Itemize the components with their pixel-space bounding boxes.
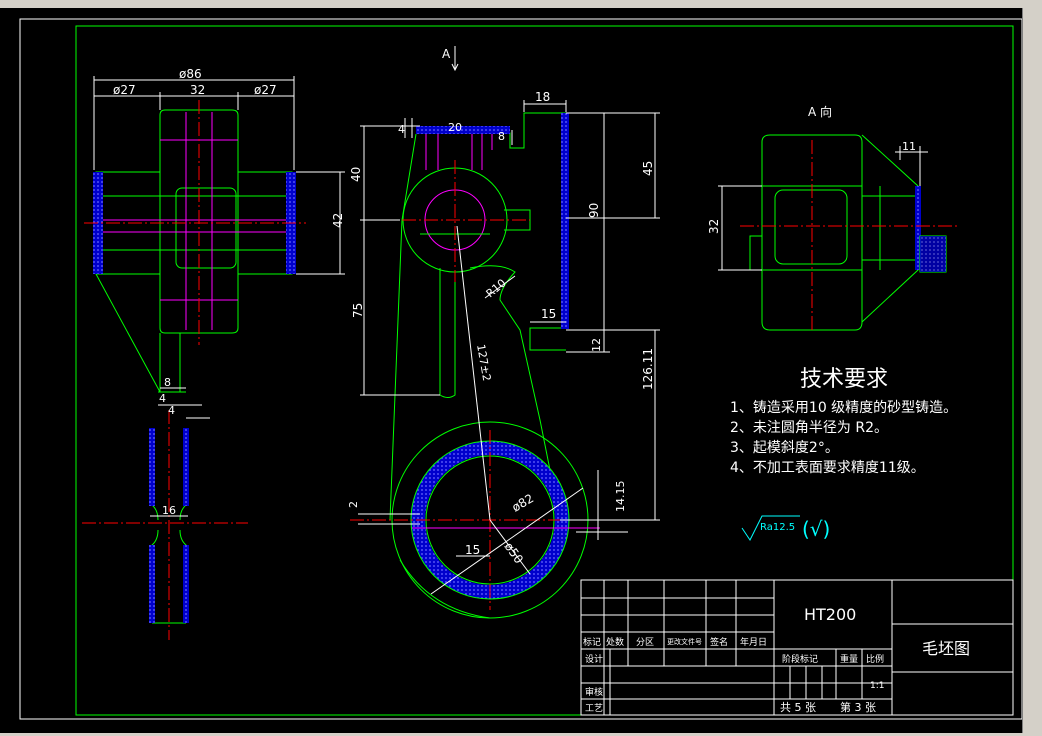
left-hidden-lines [100,112,290,330]
tech-item-1: 1、铸造采用10 级精度的砂型铸造。 [730,400,957,416]
drawing-name: 毛坯图 [922,639,970,658]
dim-d126: 126.11 [641,348,655,390]
dim-d11: 11 [902,140,916,153]
tb-design: 设计 [585,653,603,665]
dim-d4a: 4 [159,392,166,405]
tb-process: 工艺 [585,703,603,714]
dim-d40: 40 [349,167,363,182]
center-lines-main [350,160,620,610]
left-dimensions [93,76,345,517]
tech-item-2: 2、未注圆角半径为 R2。 [730,420,888,436]
tb-label-sign: 签名 [710,636,728,648]
dim-d27b: ø27 [254,83,277,97]
dim-d82: ø82 [510,491,537,514]
tb-label-mark: 标记 [583,636,601,648]
dim-d12: 12 [590,338,603,352]
right-view [740,134,960,331]
view-label-a: A 向 [808,104,832,119]
dim-d32b: 32 [707,219,721,234]
tb-stage: 阶段标记 [782,653,818,665]
tb-scale-label: 比例 [866,653,884,665]
dim-d8top: 8 [498,130,505,143]
dim-d86: ø86 [179,67,202,81]
tb-sheets-total: 共 5 张 [780,701,816,714]
tb-label-count: 处数 [606,636,624,648]
dim-d42: 42 [331,213,345,228]
dim-d75: 75 [351,303,365,318]
tech-item-3: 3、起模斜度2°。 [730,440,839,456]
dim-d127: 127±2 [474,343,493,382]
dim-d32: 32 [190,83,205,97]
material: HT200 [804,605,856,624]
tech-title: 技术要求 [800,367,888,392]
dim-d8: 8 [164,376,171,389]
dim-d15b: 15 [465,543,480,557]
dim-d2: 2 [347,501,360,508]
dim-d4top: 4 [398,123,405,136]
dim-d27a: ø27 [113,83,136,97]
section-marker-a: A [442,47,451,61]
dim-d1415: 14.15 [614,481,627,513]
tb-label-change: 更改文件号 [667,637,702,646]
left-center-lines [84,100,306,345]
roughness-suffix: (√) [802,517,830,541]
tb-weight: 重量 [840,653,858,665]
dim-d15a: 15 [541,307,556,321]
tech-item-4: 4、不加工表面要求精度11级。 [730,460,925,476]
dim-d16: 16 [162,504,176,517]
dim-d18: 18 [535,90,550,104]
dim-d20: 20 [448,121,462,134]
tb-review: 审核 [585,686,603,698]
roughness-value: Ra12.5 [760,522,795,533]
dim-d90: 90 [587,203,601,218]
right-plate-hatch [561,113,569,329]
dim-d50: ø50 [502,540,526,567]
tb-scale: 1:1 [870,681,884,691]
drawing-canvas[interactable]: ø86 ø27 32 ø27 42 8 4 4 16 A 40 4 20 8 1… [0,8,1022,733]
tb-label-zone: 分区 [636,637,654,648]
left-view [82,100,306,640]
tb-label-date: 年月日 [740,636,767,648]
tb-sheet-no: 第 3 张 [840,700,876,714]
top-flange-hatch [416,126,510,134]
vertical-scrollbar[interactable] [1022,8,1042,733]
dim-d45: 45 [641,161,655,176]
cad-drawing: ø86 ø27 32 ø27 42 8 4 4 16 A 40 4 20 8 1… [19,18,1022,720]
dim-d4b: 4 [168,404,175,417]
